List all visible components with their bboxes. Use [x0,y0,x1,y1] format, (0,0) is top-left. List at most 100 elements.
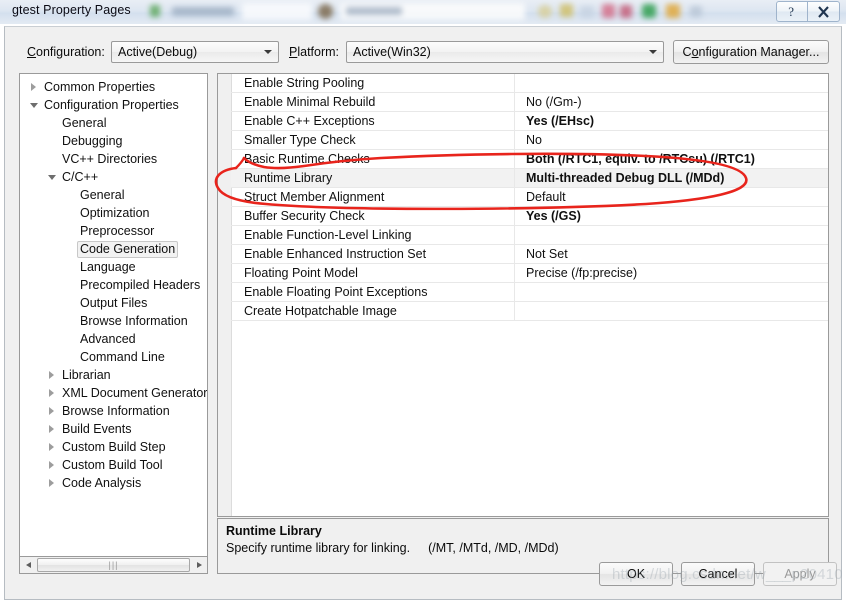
chevron-right-icon[interactable] [44,461,59,469]
window-title: gtest Property Pages [12,3,131,17]
close-icon [818,5,829,18]
svg-text:?: ? [788,5,794,18]
chevron-down-icon[interactable] [44,174,59,180]
tree-item-c-c[interactable]: C/C++ [20,168,207,186]
property-value[interactable] [515,283,828,301]
property-name: Enable C++ Exceptions [231,112,515,130]
chevron-right-icon[interactable] [44,371,59,379]
cancel-button[interactable]: Cancel [681,562,755,586]
blurred-background [150,0,710,24]
property-row[interactable]: Floating Point Model Precise (/fp:precise… [231,264,828,283]
dialog-footer: OK Cancel Apply [5,553,843,599]
tree-item-label: Optimization [80,206,150,220]
property-grid[interactable]: Enable String Pooling Enable Minimal Rebu… [217,73,829,517]
tree-item-general[interactable]: General [20,114,207,132]
property-name: Basic Runtime Checks [231,150,515,168]
property-row[interactable]: Create Hotpatchable Image [231,302,828,321]
chevron-right-icon[interactable] [44,389,59,397]
tree-item-vc-directories[interactable]: VC++ Directories [20,150,207,168]
chevron-right-icon[interactable] [44,479,59,487]
property-name: Enable String Pooling [231,74,515,92]
chevron-right-icon[interactable] [44,425,59,433]
property-name: Enable Enhanced Instruction Set [231,245,515,263]
property-name: Smaller Type Check [231,131,515,149]
chevron-right-icon[interactable] [26,83,41,91]
chevron-down-icon[interactable] [26,102,41,108]
property-row[interactable]: Enable String Pooling [231,74,828,93]
tree-item-label: Common Properties [44,80,156,94]
tree-item-build-events[interactable]: Build Events [20,420,207,438]
description-title: Runtime Library [226,524,322,538]
tree-item-label: Librarian [62,368,111,382]
tree-item-common-properties[interactable]: Common Properties [20,78,207,96]
property-tree: Common Properties Configuration Propertie… [20,74,207,492]
tree-item-label: Precompiled Headers [80,278,201,292]
tree-item-command-line[interactable]: Command Line [20,348,207,366]
chevron-right-icon[interactable] [44,443,59,451]
tree-item-browse-information[interactable]: Browse Information [20,312,207,330]
tree-item-code-generation[interactable]: Code Generation [20,240,207,258]
tree-item-code-analysis[interactable]: Code Analysis [20,474,207,492]
property-tree-panel[interactable]: Common Properties Configuration Propertie… [19,73,208,557]
close-button[interactable] [808,1,840,22]
property-value[interactable]: Default [515,188,828,206]
tree-item-language[interactable]: Language [20,258,207,276]
platform-label: Platform: [289,45,340,59]
platform-value: Active(Win32) [353,45,431,59]
property-name: Enable Minimal Rebuild [231,93,515,111]
question-mark-icon: ? [788,5,794,18]
property-value[interactable]: Not Set [515,245,828,263]
property-value[interactable]: Yes (/GS) [515,207,828,225]
apply-button: Apply [763,562,837,586]
property-value[interactable] [515,302,828,320]
property-value[interactable]: No (/Gm-) [515,93,828,111]
chevron-right-icon[interactable] [44,407,59,415]
tree-item-configuration-properties[interactable]: Configuration Properties [20,96,207,114]
tree-item-debugging[interactable]: Debugging [20,132,207,150]
property-value[interactable]: Both (/RTC1, equiv. to /RTCsu) (/RTC1) [515,150,828,168]
tree-item-custom-build-tool[interactable]: Custom Build Tool [20,456,207,474]
property-value[interactable]: Precise (/fp:precise) [515,264,828,282]
platform-combobox[interactable]: Active(Win32) [346,41,664,63]
tree-item-label: Code Analysis [62,476,142,490]
property-row[interactable]: Enable Function-Level Linking [231,226,828,245]
property-value[interactable]: No [515,131,828,149]
chevron-down-icon[interactable] [259,42,277,62]
tree-item-librarian[interactable]: Librarian [20,366,207,384]
tree-item-label: Browse Information [62,404,170,418]
tree-item-precompiled-headers[interactable]: Precompiled Headers [20,276,207,294]
property-value[interactable]: Multi-threaded Debug DLL (/MDd) [515,169,828,187]
configuration-combobox[interactable]: Active(Debug) [111,41,279,63]
tree-item-label: Configuration Properties [44,98,179,112]
configuration-toolbar: Configuration: Active(Debug) Platform: A… [5,27,843,69]
tree-item-general[interactable]: General [20,186,207,204]
chevron-down-icon[interactable] [644,42,662,62]
tree-item-label: C/C++ [62,170,99,184]
property-row[interactable]: Smaller Type Check No [231,131,828,150]
configuration-manager-button[interactable]: Configuration Manager... [673,40,829,64]
tree-item-custom-build-step[interactable]: Custom Build Step [20,438,207,456]
tree-item-xml-document-generator[interactable]: XML Document Generator [20,384,207,402]
property-row[interactable]: Enable Floating Point Exceptions [231,283,828,302]
property-row[interactable]: Enable Minimal Rebuild No (/Gm-) [231,93,828,112]
property-value[interactable] [515,74,828,92]
property-name: Runtime Library [231,169,515,187]
tree-item-label: General [80,188,125,202]
tree-item-browse-information[interactable]: Browse Information [20,402,207,420]
property-row[interactable]: Enable C++ Exceptions Yes (/EHsc) [231,112,828,131]
property-row[interactable]: Struct Member Alignment Default [231,188,828,207]
tree-item-advanced[interactable]: Advanced [20,330,207,348]
tree-item-preprocessor[interactable]: Preprocessor [20,222,207,240]
property-row[interactable]: Enable Enhanced Instruction Set Not Set [231,245,828,264]
property-row[interactable]: Runtime Library Multi-threaded Debug DLL … [231,169,828,188]
property-value[interactable] [515,226,828,244]
tree-item-output-files[interactable]: Output Files [20,294,207,312]
property-row[interactable]: Buffer Security Check Yes (/GS) [231,207,828,226]
configuration-value: Active(Debug) [118,45,198,59]
property-value[interactable]: Yes (/EHsc) [515,112,828,130]
property-row[interactable]: Basic Runtime Checks Both (/RTC1, equiv. … [231,150,828,169]
tree-item-label: Build Events [62,422,132,436]
help-button[interactable]: ? [776,1,808,22]
ok-button[interactable]: OK [599,562,673,586]
tree-item-optimization[interactable]: Optimization [20,204,207,222]
